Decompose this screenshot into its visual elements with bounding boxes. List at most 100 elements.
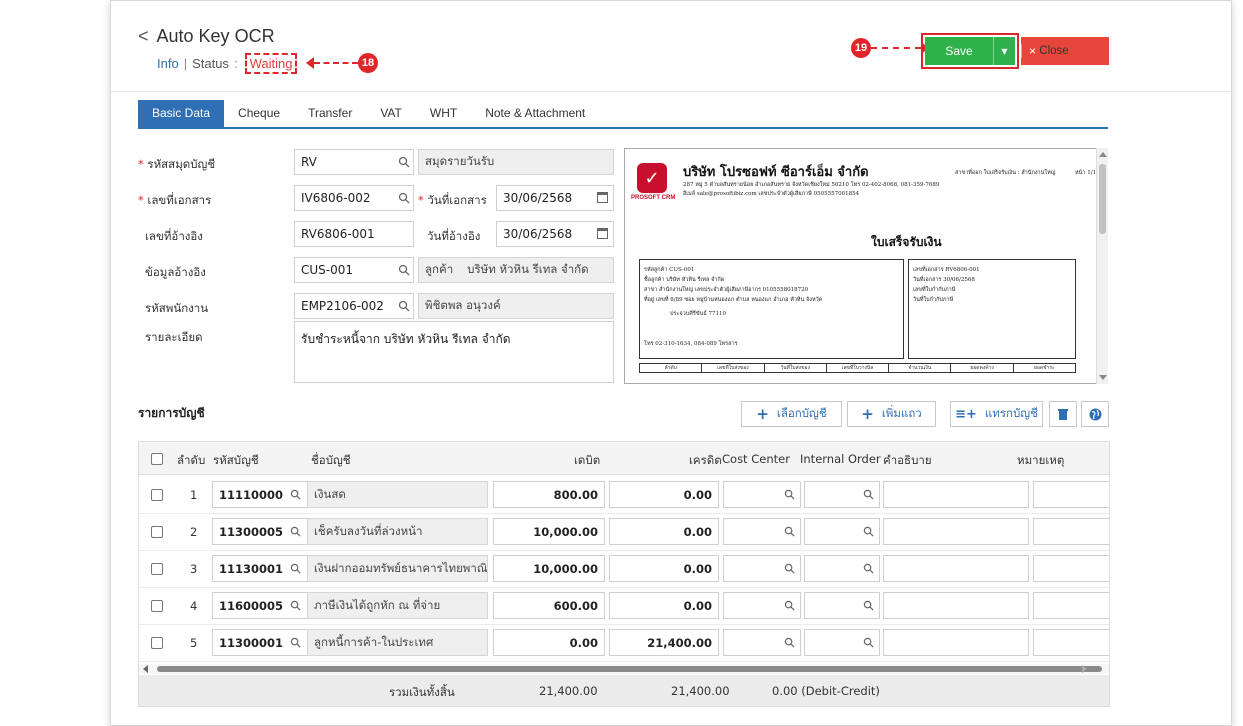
remark-input[interactable] [1033,555,1109,582]
tab-transfer[interactable]: Transfer [294,100,366,127]
debit-input[interactable]: 0.00 [493,629,605,656]
description-input[interactable] [883,481,1029,508]
calendar-icon[interactable] [597,228,608,239]
description-input[interactable] [883,555,1029,582]
select-all-checkbox[interactable] [151,453,163,465]
search-icon[interactable] [290,526,301,540]
credit-input[interactable]: 0.00 [609,592,719,619]
employee-code-input[interactable]: EMP2106-002 [294,293,414,319]
row-checkbox[interactable] [151,489,163,501]
search-icon[interactable] [398,264,410,276]
search-icon[interactable] [784,489,795,503]
detail-textarea[interactable]: รับชำระหนี้จาก บริษัท หัวหิน รีเทล จำกัด [294,321,614,383]
credit-input[interactable]: 0.00 [609,555,719,582]
doc-no-input[interactable]: IV6806-002 [294,185,414,211]
save-button-group: Save ▼ [921,33,1019,69]
document-preview[interactable]: ✓ PROSOFT CRM บริษัท โปรซอฟท์ ซีอาร์เอ็ม… [624,148,1108,384]
ref-no-input[interactable]: RV6806-001 [294,221,414,247]
remark-input[interactable] [1033,518,1109,545]
close-button-group: Close × [1021,37,1109,65]
prosoft-logo-icon: ✓ [637,163,667,193]
callout-badge: 19 [851,38,871,58]
search-icon[interactable] [784,526,795,540]
remark-input[interactable] [1033,592,1109,619]
status-colon: : [233,56,238,71]
trash-icon [1058,409,1068,420]
save-button[interactable]: Save [925,37,993,65]
scroll-up-icon[interactable] [1099,152,1107,157]
credit-input[interactable]: 21,400.00 [609,629,719,656]
credit-input[interactable]: 0.00 [609,481,719,508]
remark-input[interactable] [1033,629,1109,656]
tab-bar: Basic Data Cheque Transfer VAT WHT Note … [138,100,1108,129]
delete-button[interactable] [1049,401,1077,427]
tab-vat[interactable]: VAT [366,100,416,127]
ref-data-input[interactable]: CUS-001 [294,257,414,283]
insert-account-button[interactable]: ≡+ แทรกบัญชี [950,401,1043,427]
search-icon[interactable] [863,526,874,540]
plus-icon: + [861,405,874,423]
select-account-button[interactable]: + เลือกบัญชี [741,401,842,427]
debit-input[interactable]: 10,000.00 [493,518,605,545]
search-icon[interactable] [398,156,410,168]
preview-scrollbar[interactable] [1096,148,1108,384]
header-divider [111,91,1231,92]
back-chevron-icon[interactable]: < [138,26,149,47]
tab-note-attachment[interactable]: Note & Attachment [471,100,599,127]
scroll-thumb[interactable] [1099,164,1106,234]
search-icon[interactable] [863,489,874,503]
debit-input[interactable]: 10,000.00 [493,555,605,582]
ref-data-label: ข้อมูลอ้างอิง [145,265,206,279]
search-icon[interactable] [398,300,410,312]
row-checkbox[interactable] [151,600,163,612]
search-icon[interactable] [863,563,874,577]
scroll-right-icon[interactable] [1082,665,1087,673]
close-button[interactable]: Close [1021,45,1087,57]
row-checkbox[interactable] [151,563,163,575]
tab-basic-data[interactable]: Basic Data [138,100,225,127]
search-icon[interactable] [784,563,795,577]
search-icon[interactable] [290,563,301,577]
description-input[interactable] [883,518,1029,545]
doc-heading: ใบเสร็จรับเงิน [871,235,942,249]
scroll-left-icon[interactable] [143,665,148,673]
table-row: 2 11300005 เช็ครับลงวันที่ล่วงหน้า 10,000.0… [139,514,1109,551]
description-input[interactable] [883,629,1029,656]
globe-button[interactable] [1081,401,1109,427]
credit-input[interactable]: 0.00 [609,518,719,545]
table-row: 1 11110000 เงินสด 800.00 0.00 [139,477,1109,514]
search-icon[interactable] [863,637,874,651]
callout-save: 19 [851,38,929,58]
col-internal-order: Internal Order [800,452,881,466]
debit-input[interactable]: 800.00 [493,481,605,508]
remark-input[interactable] [1033,481,1109,508]
search-icon[interactable] [290,489,301,503]
account-name-field: ภาษีเงินได้ถูกหัก ณ ที่จ่าย [307,592,488,619]
search-icon[interactable] [290,637,301,651]
horizontal-scrollbar[interactable] [139,664,1109,674]
debit-input[interactable]: 600.00 [493,592,605,619]
account-name-field: เงินสด [307,481,488,508]
row-checkbox[interactable] [151,526,163,538]
scroll-thumb[interactable] [157,666,1102,672]
scroll-down-icon[interactable] [1099,375,1107,380]
search-icon[interactable] [398,192,410,204]
plus-icon: + [756,405,769,423]
tab-cheque[interactable]: Cheque [224,100,294,127]
tab-wht[interactable]: WHT [416,100,471,127]
calendar-icon[interactable] [597,192,608,203]
globe-icon [1089,408,1101,420]
ref-date-label: วันที่อ้างอิง [427,229,481,243]
info-link[interactable]: Info [157,56,179,71]
search-icon[interactable] [784,637,795,651]
book-code-input[interactable]: RV [294,149,414,175]
save-dropdown-button[interactable]: ▼ [993,37,1015,65]
search-icon[interactable] [784,600,795,614]
search-icon[interactable] [863,600,874,614]
search-icon[interactable] [290,600,301,614]
accounts-table: ลำดับ รหัสบัญชี ชื่อบัญชี เดบิต เครดิต C… [138,441,1110,707]
description-input[interactable] [883,592,1029,619]
add-row-button[interactable]: + เพิ่มแถว [847,401,936,427]
doc-email: อีเมล์ sale@prosoftibiz.com เลขประจำตัวผ… [683,191,860,197]
row-checkbox[interactable] [151,637,163,649]
